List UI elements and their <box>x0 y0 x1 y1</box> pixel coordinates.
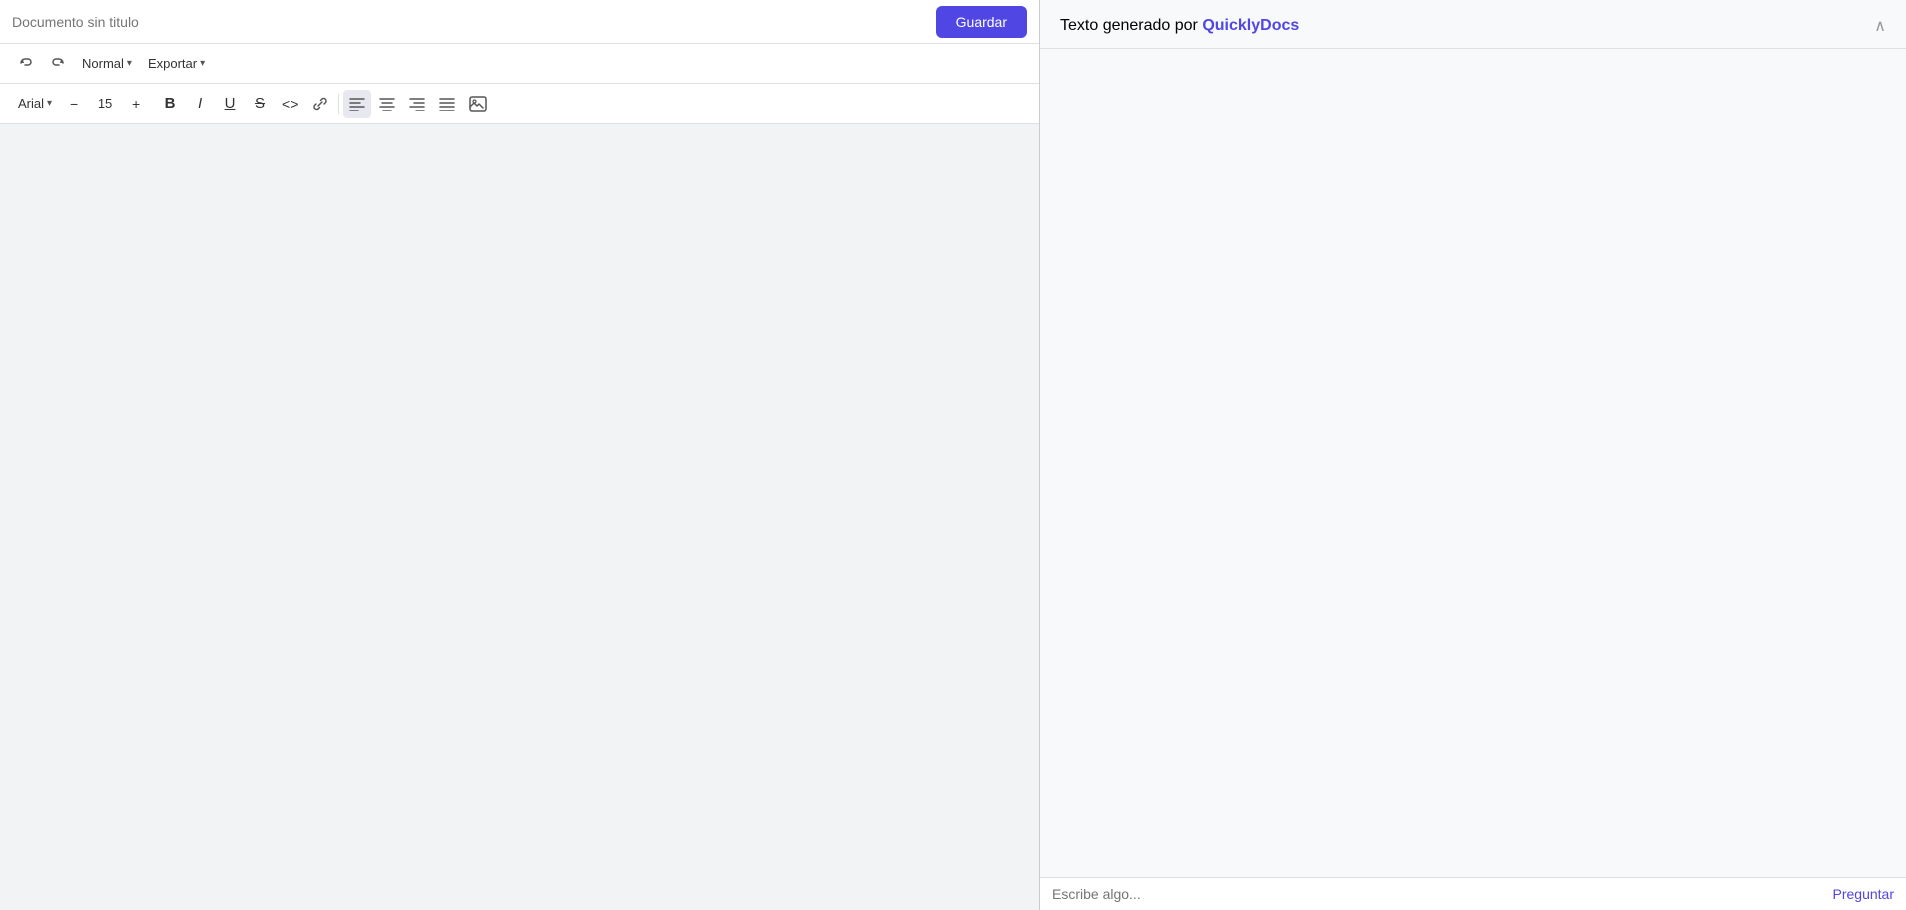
insert-image-button[interactable] <box>463 90 493 118</box>
align-right-button[interactable] <box>403 90 431 118</box>
decrease-font-button[interactable]: − <box>60 90 88 118</box>
align-left-button[interactable] <box>343 90 371 118</box>
export-dropdown[interactable]: Exportar ▾ <box>142 53 211 74</box>
font-chevron-icon: ▾ <box>47 98 52 109</box>
editor-content-area[interactable] <box>0 124 1039 910</box>
style-chevron-icon: ▾ <box>127 58 132 69</box>
font-label: Arial <box>18 96 44 111</box>
increase-font-button[interactable]: + <box>122 90 150 118</box>
collapse-icon: ∧ <box>1874 18 1886 35</box>
code-button[interactable]: <> <box>276 90 304 118</box>
save-button[interactable]: Guardar <box>936 6 1027 38</box>
bold-button[interactable]: B <box>156 90 184 118</box>
right-panel: Texto generado por QuicklyDocs ∧ Pregunt… <box>1040 0 1906 910</box>
format-toolbar-1: Normal ▾ Exportar ▾ <box>0 44 1039 84</box>
right-panel-title: Texto generado por QuicklyDocs <box>1060 17 1299 35</box>
toolbar-separator <box>338 94 339 114</box>
italic-button[interactable]: I <box>186 90 214 118</box>
export-chevron-icon: ▾ <box>200 58 205 69</box>
justify-button[interactable] <box>433 90 461 118</box>
redo-button[interactable] <box>44 50 72 78</box>
title-text: Texto generado por <box>1060 17 1202 34</box>
font-size-control: − 15 + <box>60 90 150 118</box>
quicklydocs-link[interactable]: QuicklyDocs <box>1202 17 1299 34</box>
style-dropdown[interactable]: Normal ▾ <box>76 53 138 74</box>
align-center-button[interactable] <box>373 90 401 118</box>
style-label: Normal <box>82 56 124 71</box>
chat-input[interactable] <box>1052 886 1825 902</box>
format-toolbar-2: Arial ▾ − 15 + B I U S <> <box>0 84 1039 124</box>
link-button[interactable] <box>306 90 334 118</box>
right-panel-body <box>1040 49 1906 877</box>
collapse-button[interactable]: ∧ <box>1874 16 1886 36</box>
document-title-input[interactable] <box>12 14 936 30</box>
strikethrough-button[interactable]: S <box>246 90 274 118</box>
ask-button[interactable]: Preguntar <box>1833 886 1894 902</box>
undo-button[interactable] <box>12 50 40 78</box>
right-panel-header: Texto generado por QuicklyDocs ∧ <box>1040 0 1906 49</box>
export-label: Exportar <box>148 56 197 71</box>
title-bar: Guardar <box>0 0 1039 44</box>
font-dropdown[interactable]: Arial ▾ <box>12 93 58 114</box>
editor-panel: Guardar Normal ▾ Exportar ▾ Arial <box>0 0 1040 910</box>
chat-input-area: Preguntar <box>1040 877 1906 910</box>
underline-button[interactable]: U <box>216 90 244 118</box>
font-size-value: 15 <box>90 96 120 111</box>
